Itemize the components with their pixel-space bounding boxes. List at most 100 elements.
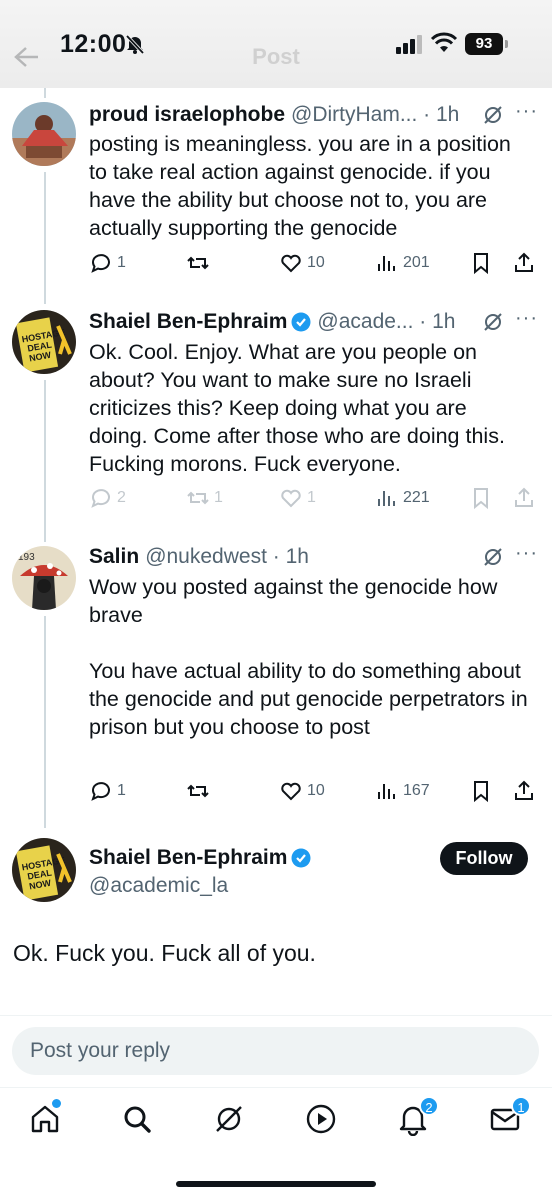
bookmark-icon	[474, 253, 488, 275]
grok-icon[interactable]	[482, 546, 504, 568]
heart-icon	[281, 254, 301, 273]
messages-badge: 1	[511, 1096, 531, 1116]
author-name[interactable]: Shaiel Ben-Ephraim	[89, 310, 287, 334]
avatar[interactable]: HOSTAGE DEAL NOW	[12, 310, 76, 374]
tweet-header: Shaiel Ben-Ephraim @acade... · 1h	[89, 307, 534, 337]
reply-count: 1	[117, 782, 126, 799]
like-button[interactable]: 1	[279, 486, 316, 510]
author-meta: @DirtyHam... · 1h	[291, 103, 460, 126]
views-icon	[378, 491, 395, 506]
search-icon	[124, 1106, 151, 1133]
grok-icon	[216, 1106, 242, 1132]
views-icon	[378, 784, 395, 799]
views-button[interactable]: 167	[375, 779, 430, 803]
author-handle[interactable]: @academic_la	[89, 874, 228, 898]
wifi-icon	[430, 32, 458, 52]
tweet-actions: 1 10 167	[89, 779, 539, 809]
bookmark-icon	[474, 781, 488, 803]
author-meta: @nukedwest · 1h	[145, 545, 309, 568]
home-indicator	[176, 1181, 376, 1187]
tweet-actions: 1 10 201	[89, 251, 539, 281]
reply-button[interactable]: 1	[89, 251, 126, 275]
repost-button[interactable]: 1	[186, 486, 223, 510]
views-count: 167	[403, 782, 430, 799]
status-time: 12:00	[60, 30, 127, 58]
reply-button[interactable]: 1	[89, 779, 126, 803]
verified-badge-icon	[291, 312, 311, 332]
nav-grok[interactable]	[212, 1102, 246, 1136]
tweet-text: Ok. Fuck you. Fuck all of you.	[13, 940, 316, 966]
views-button[interactable]: 201	[375, 251, 430, 275]
repost-count: 1	[214, 489, 223, 506]
avatar[interactable]: HOSTAGE DEAL NOW	[12, 838, 76, 902]
views-count: 221	[403, 489, 430, 506]
battery-tip	[505, 40, 508, 48]
reply-count: 2	[117, 489, 126, 506]
repost-button[interactable]	[186, 251, 214, 275]
more-options-icon[interactable]: ···	[515, 307, 538, 330]
views-button[interactable]: 221	[375, 486, 430, 510]
tweet-text: Wow you posted against the genocide how …	[89, 575, 528, 739]
thread-line	[44, 172, 46, 304]
thread-line	[44, 88, 46, 98]
battery-indicator: 93	[465, 33, 503, 55]
like-count: 10	[307, 254, 325, 271]
cellular-signal-icon	[396, 35, 422, 54]
avatar[interactable]: 193	[12, 546, 76, 610]
tweet-header: Salin @nukedwest · 1h	[89, 542, 534, 572]
bookmark-button[interactable]	[469, 251, 493, 275]
avatar[interactable]	[12, 102, 76, 166]
like-button[interactable]: 10	[279, 779, 325, 803]
views-count: 201	[403, 254, 430, 271]
grok-icon[interactable]	[482, 104, 504, 126]
share-button[interactable]	[512, 779, 536, 803]
like-count: 1	[307, 489, 316, 506]
author-meta: @acade... · 1h	[317, 310, 456, 333]
share-icon	[515, 780, 533, 800]
heart-icon	[281, 489, 301, 508]
reply-input[interactable]	[12, 1027, 539, 1075]
share-button[interactable]	[512, 251, 536, 275]
notifications-badge: 2	[419, 1096, 439, 1116]
bell-off-icon	[125, 34, 145, 55]
share-button[interactable]	[512, 486, 536, 510]
like-count: 10	[307, 782, 325, 799]
bookmark-button[interactable]	[469, 779, 493, 803]
more-options-icon[interactable]: ···	[515, 100, 538, 123]
reply-button[interactable]: 2	[89, 486, 126, 510]
nav-search[interactable]	[120, 1102, 154, 1136]
author-name[interactable]: Salin	[89, 545, 139, 569]
tweet-header: proud israelophobe @DirtyHam... · 1h	[89, 100, 534, 130]
tweet-text: Ok. Cool. Enjoy. What are you people on …	[89, 340, 505, 476]
repost-icon	[187, 256, 209, 270]
reply-count: 1	[117, 254, 126, 271]
bookmark-icon	[474, 488, 488, 510]
author-name[interactable]: proud israelophobe	[89, 103, 285, 127]
tweet-header: Shaiel Ben-Ephraim	[89, 843, 429, 873]
share-icon	[515, 487, 533, 507]
svg-text:193: 193	[18, 552, 35, 563]
repost-icon	[187, 784, 209, 798]
reply-icon	[91, 489, 110, 508]
reply-icon	[91, 254, 110, 273]
play-icon	[306, 1104, 336, 1134]
thread-line	[44, 616, 46, 828]
verified-badge-icon	[291, 848, 311, 868]
follow-button[interactable]: Follow	[440, 842, 528, 875]
bookmark-button[interactable]	[469, 486, 493, 510]
reply-icon	[91, 782, 110, 801]
thread-line	[44, 380, 46, 542]
share-icon	[515, 252, 533, 272]
tweet-actions: 2 1 1 221	[89, 486, 539, 516]
like-button[interactable]: 10	[279, 251, 325, 275]
home-unread-dot	[52, 1099, 61, 1108]
grok-icon[interactable]	[482, 311, 504, 333]
more-options-icon[interactable]: ···	[515, 542, 538, 565]
heart-icon	[281, 782, 301, 801]
views-icon	[378, 256, 395, 271]
repost-icon	[187, 491, 209, 505]
author-name[interactable]: Shaiel Ben-Ephraim	[89, 846, 287, 870]
tweet-text: posting is meaningless. you are in a pos…	[89, 132, 511, 240]
nav-video[interactable]	[304, 1102, 338, 1136]
repost-button[interactable]	[186, 779, 214, 803]
